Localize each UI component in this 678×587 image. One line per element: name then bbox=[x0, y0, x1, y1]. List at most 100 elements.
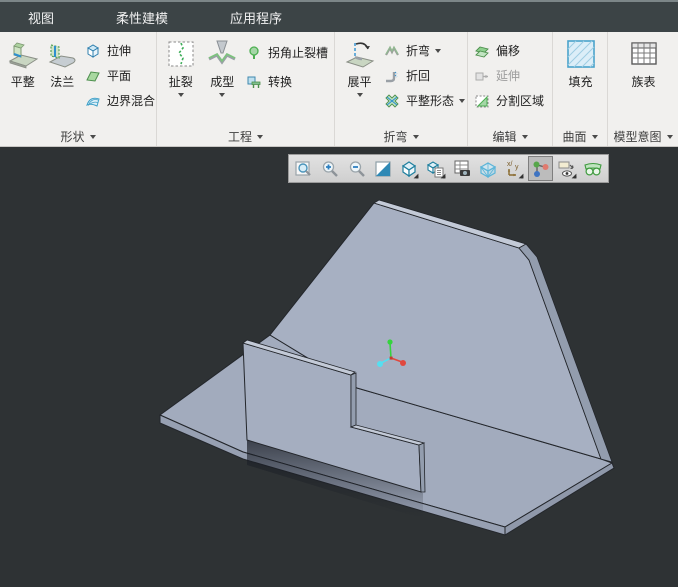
tab-view[interactable]: 视图 bbox=[22, 6, 60, 29]
planar-label: 平面 bbox=[107, 69, 132, 83]
corner-relief-icon bbox=[246, 44, 263, 61]
repaint-icon bbox=[375, 160, 391, 177]
stereo-glasses-button[interactable] bbox=[581, 156, 605, 181]
bend-back-button[interactable]: 折回 bbox=[381, 63, 465, 88]
svg-text:x/: x/ bbox=[507, 161, 513, 168]
rip-button[interactable]: 扯裂 bbox=[160, 34, 202, 97]
visibility-button[interactable] bbox=[555, 156, 579, 181]
group-label-bend[interactable]: 折弯 bbox=[335, 127, 467, 146]
step-vertical-edge bbox=[350, 372, 357, 428]
chevron-down-icon bbox=[356, 93, 363, 97]
bend-icon bbox=[384, 42, 401, 59]
refit-button[interactable] bbox=[292, 156, 316, 181]
chevron-down-icon bbox=[571, 173, 577, 179]
corner-relief-button[interactable]: 拐角止裂槽 bbox=[243, 38, 332, 67]
chevron-down-icon bbox=[412, 134, 419, 139]
rip-icon bbox=[164, 36, 198, 72]
family-table-button[interactable]: 族表 bbox=[618, 34, 670, 89]
ribbon-group-bend: 展平 折弯 折回 平整形态 折弯 bbox=[335, 32, 468, 146]
view-manager-button[interactable] bbox=[450, 156, 474, 181]
chevron-down-icon bbox=[177, 93, 184, 97]
group-label-shape[interactable]: 形状 bbox=[0, 127, 156, 146]
extend-label: 延伸 bbox=[496, 69, 521, 83]
fill-icon bbox=[564, 36, 598, 72]
extrude-icon bbox=[85, 42, 102, 59]
offset-icon bbox=[474, 42, 491, 59]
group-label-engineering[interactable]: 工程 bbox=[157, 127, 334, 146]
svg-text:y: y bbox=[515, 164, 519, 171]
ribbon-group-shape: 平整 法兰 拉伸 平面 边界混合 形状 bbox=[0, 32, 157, 146]
zoom-out-button[interactable] bbox=[345, 156, 369, 181]
flange-label: 法兰 bbox=[50, 75, 75, 89]
chevron-down-icon bbox=[518, 173, 524, 179]
annotation-display-button[interactable] bbox=[528, 156, 553, 181]
flange-button[interactable]: 法兰 bbox=[43, 34, 83, 89]
ribbon-tab-bar: 视图 柔性建模 应用程序 bbox=[0, 0, 678, 32]
extrude-button[interactable]: 拉伸 bbox=[82, 38, 154, 63]
flat-pattern-icon bbox=[384, 92, 401, 109]
ribbon-group-edit: 偏移 延伸 分割区域 编辑 bbox=[468, 32, 553, 146]
group-label-surface[interactable]: 曲面 bbox=[553, 127, 607, 146]
boundary-blend-button[interactable]: 边界混合 bbox=[82, 88, 156, 113]
family-table-icon bbox=[627, 36, 661, 72]
chevron-down-icon bbox=[440, 173, 445, 179]
chevron-down-icon bbox=[219, 93, 226, 97]
saved-orientations-button[interactable] bbox=[423, 156, 447, 181]
flat-pattern-label: 平整形态 bbox=[406, 94, 455, 108]
extend-icon bbox=[474, 67, 491, 84]
planar-icon bbox=[85, 67, 102, 84]
graphics-toolbar: x/ y bbox=[288, 154, 609, 183]
flat-pattern-button[interactable]: 平整形态 bbox=[381, 88, 466, 113]
datum-display-button[interactable]: x/ y bbox=[502, 156, 526, 181]
extrude-label: 拉伸 bbox=[107, 44, 132, 58]
convert-label: 转换 bbox=[268, 75, 293, 89]
zoom-in-button[interactable] bbox=[318, 156, 342, 181]
flat-button[interactable]: 平整 bbox=[3, 34, 43, 89]
bend-back-icon bbox=[384, 67, 401, 84]
bend-back-label: 折回 bbox=[406, 69, 431, 83]
planar-button[interactable]: 平面 bbox=[82, 63, 154, 88]
bend-label: 折弯 bbox=[406, 44, 431, 58]
fill-label: 填充 bbox=[568, 75, 593, 89]
perspective-icon bbox=[479, 161, 497, 178]
flat-icon bbox=[6, 36, 40, 72]
split-area-icon bbox=[474, 92, 491, 109]
flatten-icon bbox=[343, 36, 377, 72]
model-viewport[interactable]: x/ y bbox=[0, 147, 678, 587]
group-label-model-intent[interactable]: 模型意图 bbox=[608, 127, 678, 146]
view-manager-icon bbox=[454, 160, 470, 176]
split-area-button[interactable]: 分割区域 bbox=[471, 88, 550, 113]
display-style-button[interactable] bbox=[397, 156, 421, 181]
chevron-down-icon bbox=[413, 173, 419, 179]
chevron-down-icon bbox=[257, 134, 263, 139]
rip-label: 扯裂 bbox=[168, 75, 193, 89]
perspective-button[interactable] bbox=[476, 156, 500, 181]
refit-icon bbox=[295, 160, 311, 176]
tab-flexible-modeling[interactable]: 柔性建模 bbox=[110, 6, 174, 29]
fill-button[interactable]: 填充 bbox=[558, 34, 604, 89]
chevron-down-icon bbox=[521, 134, 528, 139]
tab-applications[interactable]: 应用程序 bbox=[224, 6, 288, 29]
extend-button: 延伸 bbox=[471, 63, 550, 88]
flange-icon bbox=[45, 36, 79, 72]
form-button[interactable]: 成型 bbox=[202, 34, 244, 97]
repaint-button[interactable] bbox=[371, 156, 395, 181]
family-table-label: 族表 bbox=[631, 75, 656, 89]
ribbon-group-model-intent: 族表 模型意图 bbox=[608, 32, 678, 146]
chevron-down-icon bbox=[666, 134, 673, 139]
convert-icon bbox=[246, 73, 263, 90]
bend-button[interactable]: 折弯 bbox=[381, 38, 465, 63]
flatten-button[interactable]: 展平 bbox=[338, 34, 381, 97]
convert-button[interactable]: 转换 bbox=[243, 67, 332, 96]
group-label-edit[interactable]: 编辑 bbox=[468, 127, 552, 146]
boundary-blend-label: 边界混合 bbox=[107, 94, 156, 108]
offset-button[interactable]: 偏移 bbox=[471, 38, 550, 63]
stereo-glasses-icon bbox=[584, 162, 602, 176]
flat-label: 平整 bbox=[10, 75, 35, 89]
ribbon-group-engineering: 扯裂 成型 拐角止裂槽 转换 工程 bbox=[157, 32, 335, 146]
ribbon: 平整 法兰 拉伸 平面 边界混合 形状 扯裂 成型 拐角止裂槽 转换 工程 展平… bbox=[0, 32, 678, 147]
chevron-down-icon bbox=[89, 134, 96, 139]
chevron-down-icon bbox=[435, 48, 442, 53]
split-area-label: 分割区域 bbox=[496, 94, 545, 108]
sheet-metal-part[interactable] bbox=[0, 147, 678, 587]
